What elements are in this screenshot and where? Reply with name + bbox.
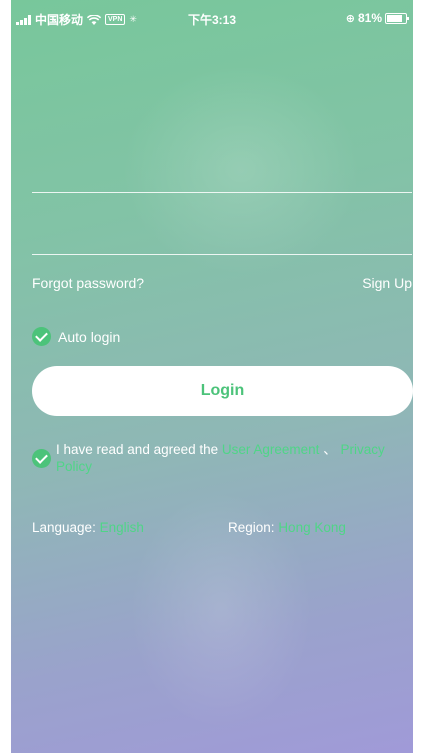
- user-agreement-link[interactable]: User Agreement: [222, 442, 320, 457]
- login-button[interactable]: Login: [32, 366, 413, 416]
- password-underline: [32, 254, 412, 255]
- language-value: English: [99, 520, 144, 535]
- region-value: Hong Kong: [278, 520, 346, 535]
- auto-login-label: Auto login: [58, 328, 121, 345]
- status-right: ⊕ 81%: [345, 11, 409, 25]
- battery-percent: 81%: [357, 11, 382, 25]
- login-screen: 中国移动 VPN ✳ 下午3:13 ⊕ 81% Forgot password?…: [11, 0, 413, 753]
- language-selector[interactable]: Language: English: [32, 520, 144, 535]
- region-label: Region:: [228, 520, 275, 535]
- agreement-separator: 、: [319, 442, 341, 457]
- agreement-text: I have read and agreed the User Agreemen…: [56, 441, 412, 475]
- username-underline: [32, 192, 412, 193]
- sign-up-link[interactable]: Sign Up: [362, 275, 412, 291]
- battery-fill: [387, 14, 402, 22]
- region-selector[interactable]: Region: Hong Kong: [228, 520, 346, 535]
- password-input[interactable]: [32, 214, 413, 256]
- username-input[interactable]: [32, 152, 413, 194]
- status-bar: 中国移动 VPN ✳ 下午3:13 ⊕ 81%: [11, 0, 413, 36]
- check-icon: [32, 327, 51, 346]
- agreement-checkbox[interactable]: [32, 449, 51, 468]
- auto-login-toggle[interactable]: Auto login: [32, 327, 120, 346]
- language-label: Language:: [32, 520, 96, 535]
- battery-icon: [385, 12, 409, 24]
- orientation-lock-icon: ⊕: [345, 12, 355, 25]
- forgot-password-link[interactable]: Forgot password?: [32, 275, 144, 291]
- agreement-prefix: I have read and agreed the: [56, 442, 222, 457]
